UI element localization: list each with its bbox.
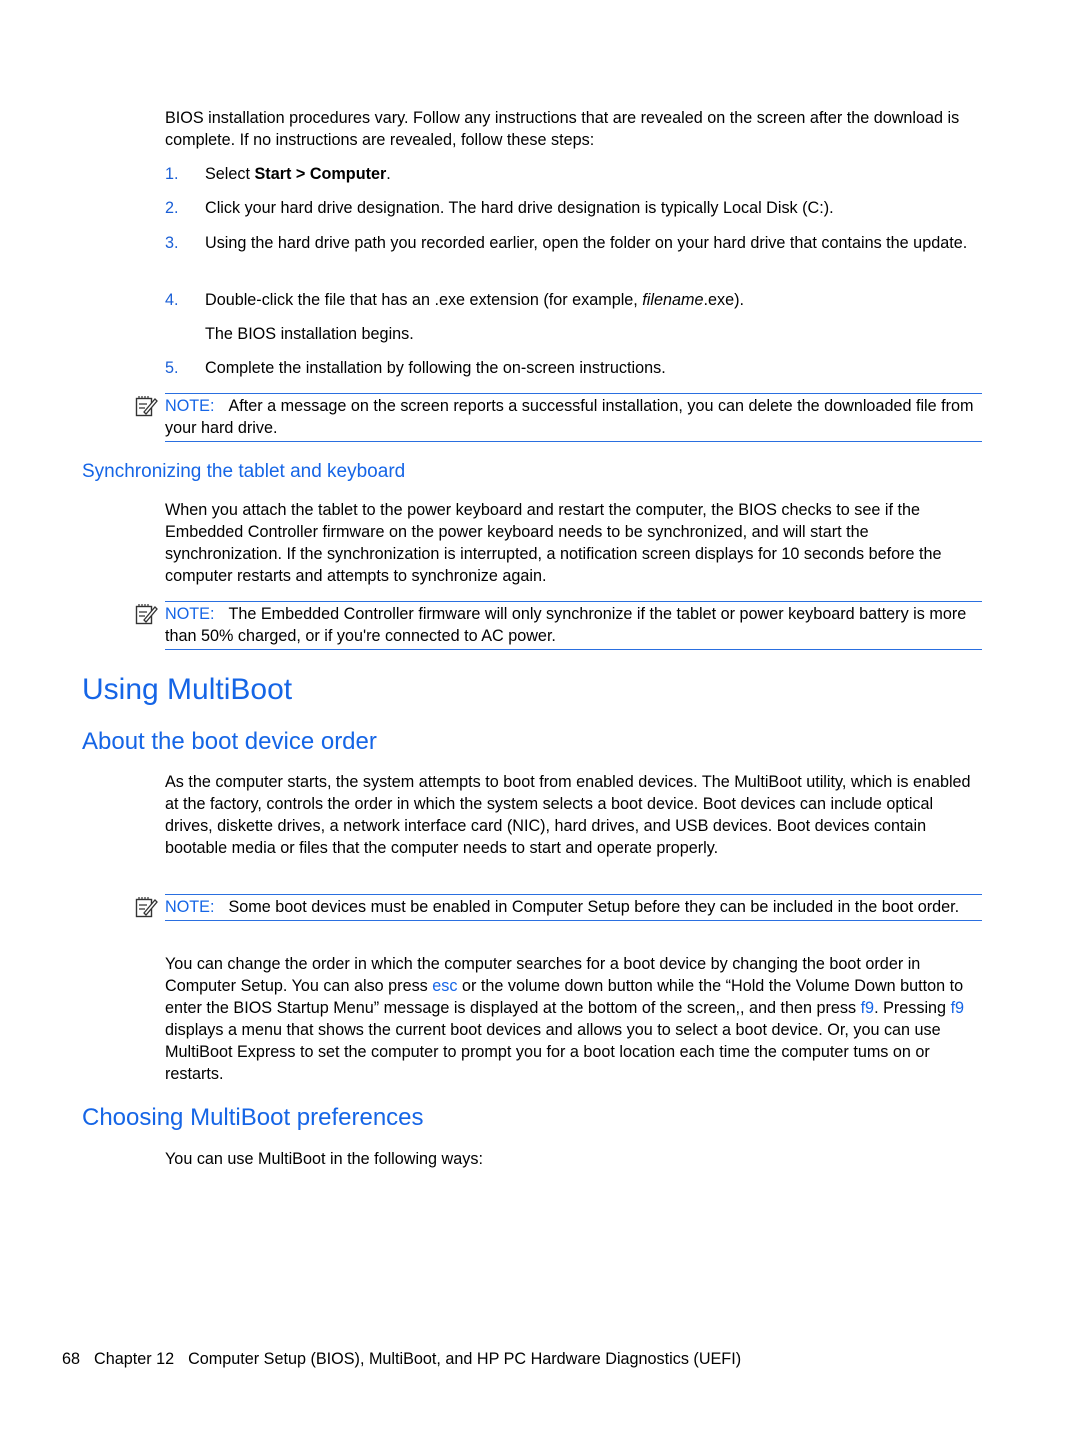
chapter-label: Chapter 12	[94, 1350, 175, 1368]
note-box: NOTE: Some boot devices must be enabled i…	[135, 894, 982, 921]
step-text-pre: Double-click the file that has an .exe e…	[205, 291, 643, 309]
sync-paragraph: When you attach the tablet to the power …	[165, 501, 942, 585]
step-number: 3.	[165, 234, 179, 252]
key-f9: f9	[860, 999, 875, 1017]
text-run: displays a menu that shows the current b…	[165, 1021, 941, 1083]
section-heading-boot-order: About the boot device order	[82, 728, 377, 755]
note-box: NOTE: The Embedded Controller firmware wi…	[135, 601, 982, 650]
step-number: 2.	[165, 199, 179, 217]
ui-path-bold: Start > Computer	[254, 165, 387, 183]
boot-order-change-paragraph: You can change the order in which the co…	[165, 953, 985, 1085]
step-text: Click your hard drive designation. The h…	[205, 199, 834, 217]
step-text: Double-click the file that has an .exe e…	[205, 289, 985, 311]
note-pencil-icon	[135, 897, 158, 918]
step-text-pre: Select	[205, 165, 255, 183]
page-number: 68	[62, 1350, 81, 1368]
note-box: NOTE: After a message on the screen repor…	[135, 393, 982, 442]
step-text: Complete the installation by following t…	[205, 359, 666, 377]
note-pencil-icon	[135, 396, 158, 417]
step-text: Using the hard drive path you recorded e…	[205, 234, 968, 252]
key-esc: esc	[432, 977, 458, 995]
preferences-paragraph: You can use MultiBoot in the following w…	[165, 1150, 483, 1168]
note-text: After a message on the screen reports a …	[165, 397, 974, 437]
step-text-post: .	[386, 165, 391, 183]
note-text: Some boot devices must be enabled in Com…	[228, 898, 960, 916]
chapter-section-heading: Using MultiBoot	[82, 673, 293, 706]
step-text: Select Start > Computer.	[205, 163, 985, 185]
chapter-title: Computer Setup (BIOS), MultiBoot, and HP…	[188, 1350, 742, 1368]
step-number: 5.	[165, 359, 179, 377]
key-f9: f9	[950, 999, 965, 1017]
step-number: 4.	[165, 291, 179, 309]
note-text: The Embedded Controller firmware will on…	[165, 605, 967, 645]
boot-order-paragraph: As the computer starts, the system attem…	[165, 773, 971, 857]
step-text-post: .exe).	[703, 291, 744, 309]
intro-paragraph: BIOS installation procedures vary. Follo…	[165, 109, 960, 149]
step-result-text: The BIOS installation begins.	[205, 325, 414, 343]
text-run: . Pressing	[874, 999, 951, 1017]
section-heading-sync: Synchronizing the tablet and keyboard	[82, 461, 406, 482]
note-label: NOTE:	[165, 605, 215, 623]
section-heading-preferences: Choosing MultiBoot preferences	[82, 1104, 424, 1131]
step-number: 1.	[165, 165, 179, 183]
note-label: NOTE:	[165, 898, 215, 916]
filename-italic: filename	[642, 291, 704, 309]
note-label: NOTE:	[165, 397, 215, 415]
note-pencil-icon	[135, 604, 158, 625]
page-footer: 68 Chapter 12 Computer Setup (BIOS), Multi…	[62, 1348, 755, 1370]
